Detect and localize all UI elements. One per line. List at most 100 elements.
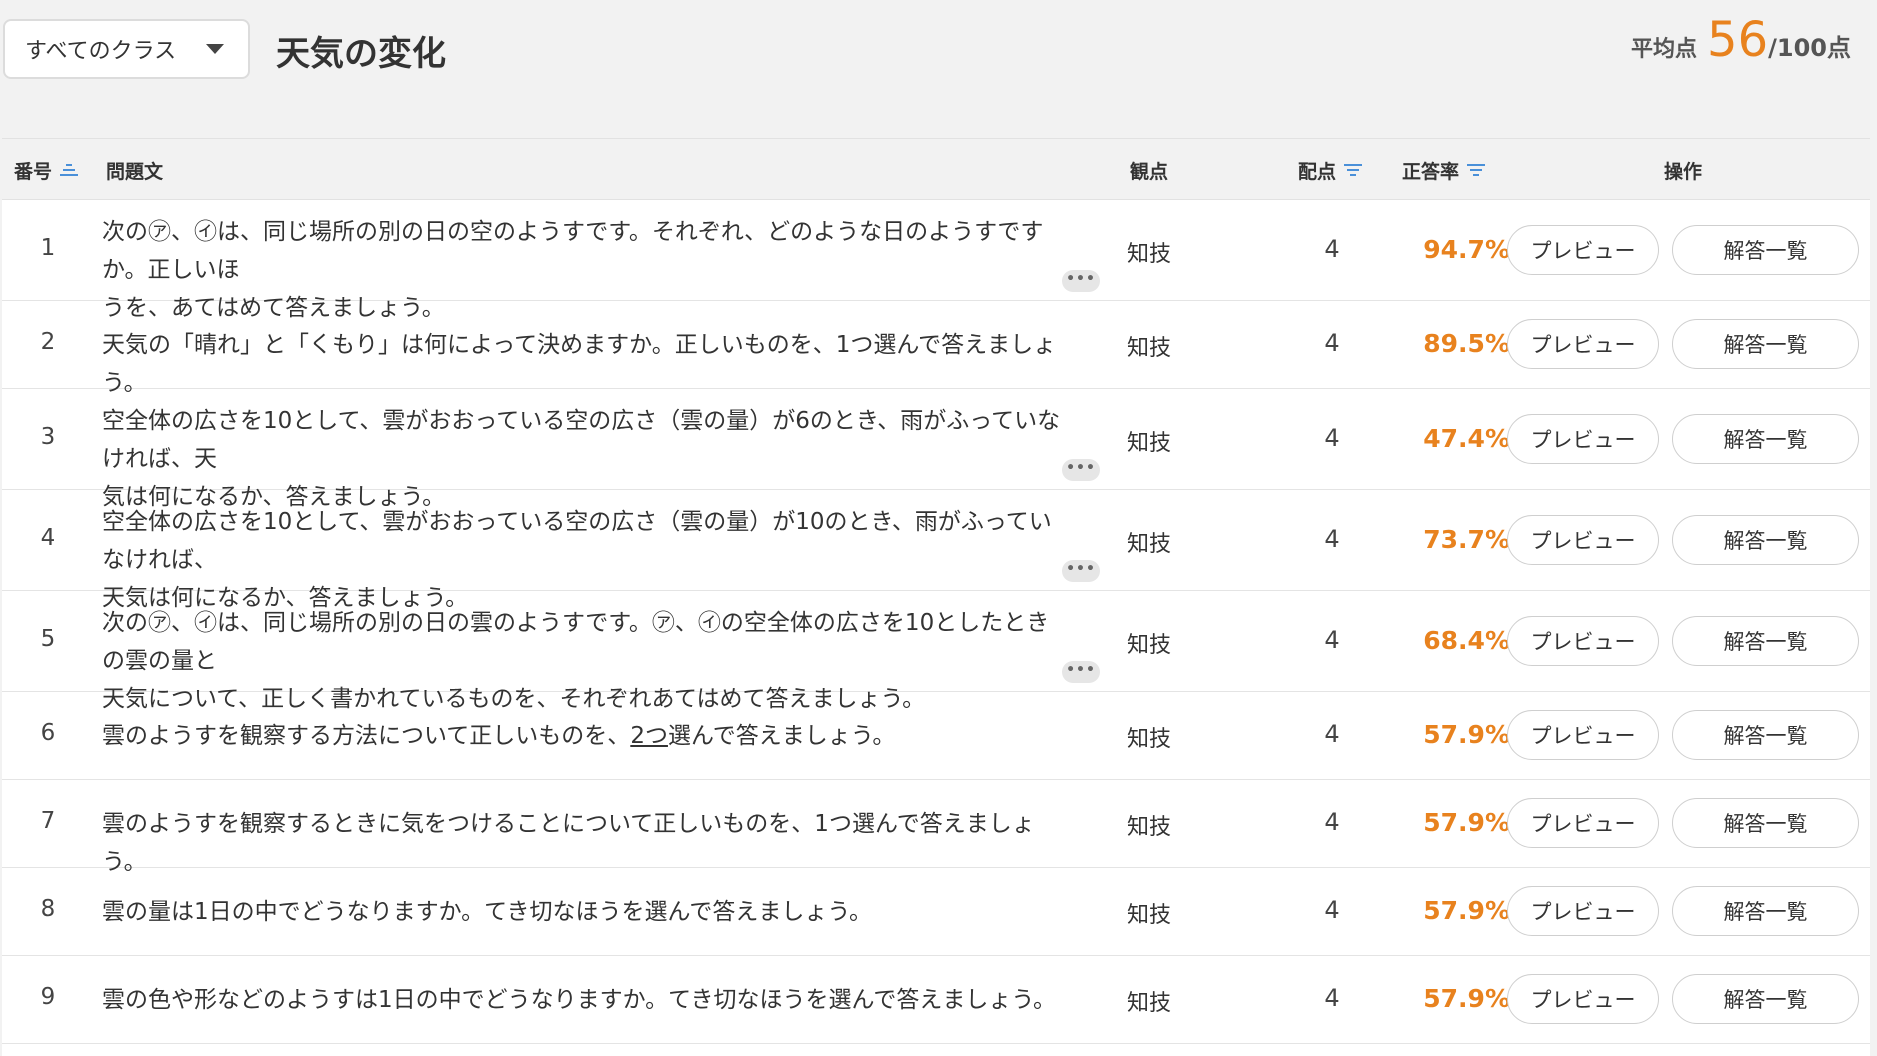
correct-rate: 57.9% bbox=[1423, 984, 1510, 1013]
more-icon[interactable]: ••• bbox=[1062, 661, 1100, 683]
correct-rate: 57.9% bbox=[1423, 896, 1510, 925]
viewpoint: 知技 bbox=[1127, 815, 1172, 840]
question-number: 1 bbox=[40, 235, 56, 261]
column-viewpoint-label: 観点 bbox=[1130, 160, 1169, 183]
question-number: 8 bbox=[40, 896, 56, 922]
class-select-dropdown[interactable]: すべてのクラス bbox=[3, 19, 250, 79]
question-text-line: 次の㋐、㋑は、同じ場所の別の日の雲のようすです。㋐、㋑の空全体の広さを10とした… bbox=[102, 610, 1050, 674]
answers-list-button[interactable]: 解答一覧 bbox=[1672, 886, 1859, 936]
answers-list-button[interactable]: 解答一覧 bbox=[1672, 974, 1859, 1024]
question-text-line: 雲の量は1日の中でどうなりますか。てき切なほうを選んで答えましょう。 bbox=[102, 899, 872, 925]
table-row: 8 雲の量は1日の中でどうなりますか。てき切なほうを選んで答えましょう。 知技 … bbox=[2, 868, 1870, 956]
average-score: 平均点 56 /100点 bbox=[1631, 12, 1851, 68]
answers-list-button[interactable]: 解答一覧 bbox=[1672, 414, 1859, 464]
viewpoint: 知技 bbox=[1127, 633, 1172, 658]
more-icon[interactable]: ••• bbox=[1062, 459, 1100, 481]
question-number: 3 bbox=[40, 424, 56, 450]
column-rate[interactable]: 正答率 bbox=[1402, 139, 1486, 201]
correct-rate: 57.9% bbox=[1423, 720, 1510, 749]
preview-button[interactable]: プレビュー bbox=[1507, 414, 1659, 464]
table-row: 4 空全体の広さを10として、雲がおおっている空の広さ（雲の量）が10のとき、雨… bbox=[2, 490, 1870, 611]
question-text-underlined: 2つ bbox=[630, 723, 668, 749]
top-bar: すべてのクラス 天気の変化 平均点 56 /100点 bbox=[0, 0, 1877, 100]
column-actions: 操作 bbox=[1664, 139, 1702, 201]
answers-list-button[interactable]: 解答一覧 bbox=[1672, 710, 1859, 760]
caret-down-icon bbox=[206, 44, 224, 54]
more-icon[interactable]: ••• bbox=[1062, 560, 1100, 582]
correct-rate: 94.7% bbox=[1423, 235, 1510, 264]
viewpoint: 知技 bbox=[1127, 991, 1172, 1016]
table-row: 7 雲のようすを観察するときに気をつけることについて正しいものを、1つ選んで答え… bbox=[2, 780, 1870, 875]
column-number-label: 番号 bbox=[14, 160, 53, 183]
answers-list-button[interactable]: 解答一覧 bbox=[1672, 515, 1859, 565]
preview-button[interactable]: プレビュー bbox=[1507, 515, 1659, 565]
points: 4 bbox=[1324, 896, 1340, 924]
points: 4 bbox=[1324, 424, 1340, 452]
correct-rate: 89.5% bbox=[1423, 329, 1510, 358]
answers-list-button[interactable]: 解答一覧 bbox=[1672, 225, 1859, 275]
correct-rate: 68.4% bbox=[1423, 626, 1510, 655]
preview-button[interactable]: プレビュー bbox=[1507, 616, 1659, 666]
points: 4 bbox=[1324, 808, 1340, 836]
question-number: 5 bbox=[40, 626, 56, 652]
points: 4 bbox=[1324, 329, 1340, 357]
filter-icon[interactable] bbox=[1467, 163, 1486, 177]
viewpoint: 知技 bbox=[1127, 532, 1172, 557]
answers-list-button[interactable]: 解答一覧 bbox=[1672, 616, 1859, 666]
table-row: 5 次の㋐、㋑は、同じ場所の別の日の雲のようすです。㋐、㋑の空全体の広さを10と… bbox=[2, 591, 1870, 712]
points: 4 bbox=[1324, 720, 1340, 748]
questions-table: 番号 問題文 観点 配点 正答率 操作 1 次の㋐、㋑は、同じ場所の別の日の空の… bbox=[2, 138, 1870, 1056]
correct-rate: 73.7% bbox=[1423, 525, 1510, 554]
question-text: 雲のようすを観察する方法について正しいものを、2つ選んで答えましょう。 bbox=[102, 717, 1072, 755]
question-number: 2 bbox=[40, 329, 56, 355]
question-text-part: 選んで答えましょう。 bbox=[667, 723, 896, 749]
preview-button[interactable]: プレビュー bbox=[1507, 225, 1659, 275]
correct-rate: 47.4% bbox=[1423, 424, 1510, 453]
question-number: 9 bbox=[40, 984, 56, 1010]
points: 4 bbox=[1324, 525, 1340, 553]
answers-list-button[interactable]: 解答一覧 bbox=[1672, 798, 1859, 848]
page-title: 天気の変化 bbox=[276, 34, 446, 74]
column-question: 問題文 bbox=[106, 139, 163, 201]
question-text-line: 空全体の広さを10として、雲がおおっている空の広さ（雲の量）が10のとき、雨がふ… bbox=[102, 509, 1052, 573]
class-select-label: すべてのクラス bbox=[25, 39, 177, 64]
table-row: 1 次の㋐、㋑は、同じ場所の別の日の空のようすです。それぞれ、どのような日のよう… bbox=[2, 200, 1870, 321]
column-actions-label: 操作 bbox=[1664, 160, 1703, 183]
preview-button[interactable]: プレビュー bbox=[1507, 710, 1659, 760]
viewpoint: 知技 bbox=[1127, 431, 1172, 456]
column-question-label: 問題文 bbox=[106, 160, 164, 183]
sort-ascending-icon[interactable] bbox=[60, 163, 79, 177]
more-icon[interactable]: ••• bbox=[1062, 270, 1100, 292]
preview-button[interactable]: プレビュー bbox=[1507, 886, 1659, 936]
table-header: 番号 問題文 観点 配点 正答率 操作 bbox=[2, 138, 1870, 200]
points: 4 bbox=[1324, 984, 1340, 1012]
column-number[interactable]: 番号 bbox=[14, 139, 79, 201]
average-score-label: 平均点 bbox=[1631, 37, 1698, 62]
points: 4 bbox=[1324, 626, 1340, 654]
column-points[interactable]: 配点 bbox=[1298, 139, 1363, 201]
table-row: 6 雲のようすを観察する方法について正しいものを、2つ選んで答えましょう。 知技… bbox=[2, 692, 1870, 780]
column-points-label: 配点 bbox=[1298, 160, 1337, 183]
question-text: 雲の量は1日の中でどうなりますか。てき切なほうを選んで答えましょう。 bbox=[102, 893, 1072, 931]
preview-button[interactable]: プレビュー bbox=[1507, 798, 1659, 848]
average-score-value: 56 bbox=[1707, 12, 1769, 68]
question-text-part: 雲のようすを観察する方法について正しいものを、 bbox=[102, 723, 631, 749]
column-rate-label: 正答率 bbox=[1402, 160, 1460, 183]
question-number: 6 bbox=[40, 720, 56, 746]
points: 4 bbox=[1324, 235, 1340, 263]
viewpoint: 知技 bbox=[1127, 903, 1172, 928]
table-row: 3 空全体の広さを10として、雲がおおっている空の広さ（雲の量）が6のとき、雨が… bbox=[2, 389, 1870, 510]
question-number: 4 bbox=[40, 525, 56, 551]
average-score-total: /100点 bbox=[1768, 34, 1851, 62]
filter-icon[interactable] bbox=[1344, 163, 1363, 177]
correct-rate: 57.9% bbox=[1423, 808, 1510, 837]
question-text-line: 次の㋐、㋑は、同じ場所の別の日の空のようすです。それぞれ、どのような日のようすで… bbox=[102, 219, 1044, 283]
viewpoint: 知技 bbox=[1127, 242, 1172, 267]
table-row: 2 天気の「晴れ」と「くもり」は何によって決めますか。正しいものを、1つ選んで答… bbox=[2, 301, 1870, 396]
preview-button[interactable]: プレビュー bbox=[1507, 974, 1659, 1024]
answers-list-button[interactable]: 解答一覧 bbox=[1672, 319, 1859, 369]
preview-button[interactable]: プレビュー bbox=[1507, 319, 1659, 369]
question-number: 7 bbox=[40, 808, 56, 834]
question-text-line: 雲の色や形などのようすは1日の中でどうなりますか。てき切なほうを選んで答えましょ… bbox=[102, 987, 1056, 1013]
column-viewpoint: 観点 bbox=[1130, 139, 1168, 201]
